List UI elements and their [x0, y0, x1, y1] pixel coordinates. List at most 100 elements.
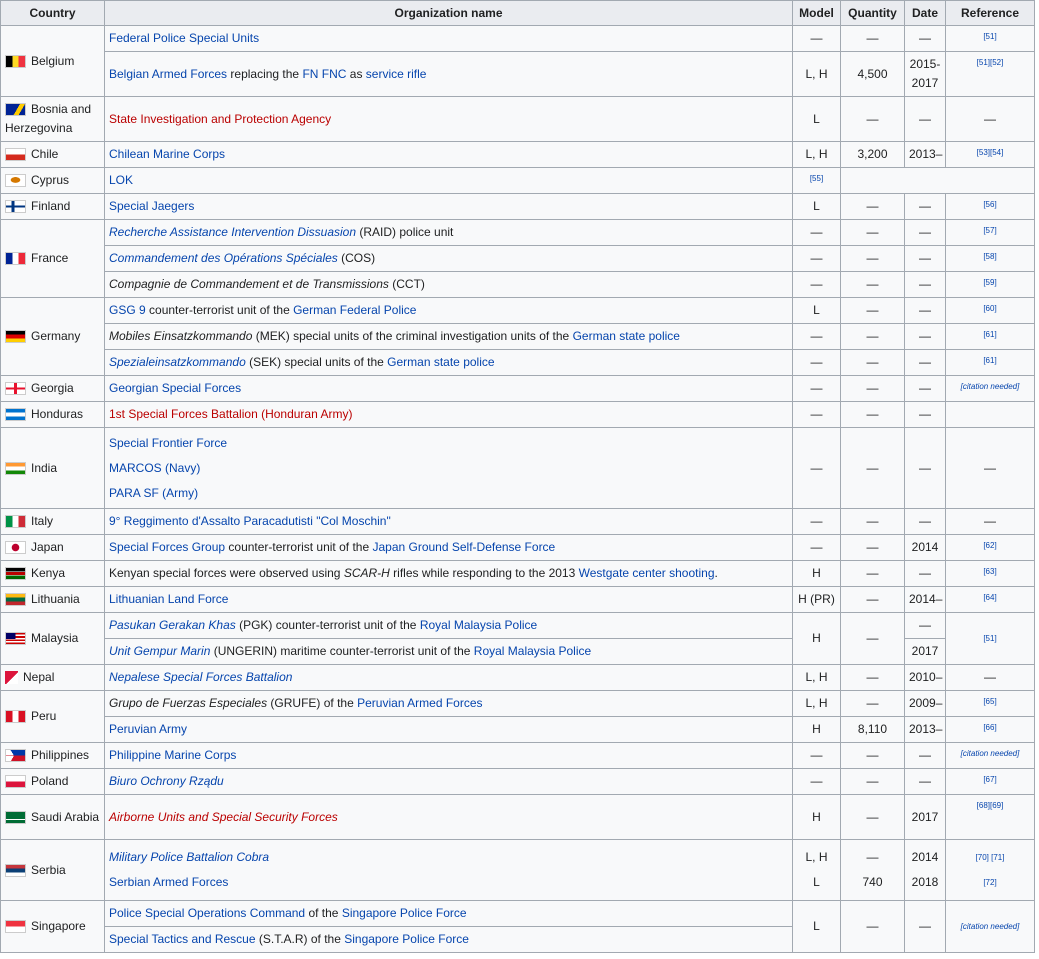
serbia-flag-icon [5, 863, 26, 877]
header-country[interactable]: Country [0, 0, 105, 26]
country-cell: Georgia [0, 375, 105, 402]
reference-link[interactable]: [65] [945, 690, 1035, 717]
citation-needed-link[interactable]: [citation needed] [945, 900, 1035, 953]
org-link[interactable]: Japan Ground Self-Defense Force [372, 540, 555, 554]
reference-link[interactable]: [51][52] [945, 51, 1035, 97]
org-cell: Chilean Marine Corps [104, 141, 793, 168]
reference-link[interactable]: [51] [945, 25, 1035, 52]
header-quantity[interactable]: Quantity [840, 0, 905, 26]
lithuania-flag-icon [5, 593, 26, 607]
org-link[interactable]: Royal Malaysia Police [474, 644, 591, 658]
service-rifle-link[interactable]: service rifle [366, 67, 427, 81]
reference-link[interactable]: [63] [945, 560, 1035, 587]
org-link[interactable]: Spezialeinsatzkommando [109, 355, 246, 369]
org-link[interactable]: Recherche Assistance Intervention Dissua… [109, 225, 356, 239]
org-link[interactable]: German state police [573, 329, 680, 343]
org-cell: Georgian Special Forces [104, 375, 793, 402]
reference-link[interactable]: [61] [945, 349, 1035, 376]
reference-link[interactable]: [62] [945, 534, 1035, 561]
date-cell: 2014– [904, 586, 946, 613]
country-cell: Nepal [0, 664, 105, 691]
reference-link[interactable]: [58] [945, 245, 1035, 272]
org-cell: LOK [104, 167, 793, 194]
org-link[interactable]: Special Tactics and Rescue [109, 932, 256, 946]
org-link[interactable]: MARCOS (Navy) [109, 461, 200, 475]
quantity-cell: — [840, 375, 905, 402]
reference-cell: — [945, 96, 1035, 142]
reference-link[interactable]: [70] [71] [72] [945, 839, 1035, 901]
fnc-link[interactable]: FN FNC [302, 67, 346, 81]
reference-link[interactable]: [57] [945, 219, 1035, 246]
org-link[interactable]: Airborne Units and Special Security Forc… [109, 810, 338, 824]
header-model[interactable]: Model [792, 0, 841, 26]
org-link[interactable]: Special Jaegers [109, 199, 194, 213]
org-link[interactable]: Military Police Battalion Cobra [109, 850, 269, 864]
reference-link[interactable]: [61] [945, 323, 1035, 350]
org-link[interactable]: Nepalese Special Forces Battalion [109, 670, 292, 684]
org-link[interactable]: Police Special Operations Command [109, 906, 305, 920]
org-link[interactable]: Westgate center shooting [579, 566, 715, 580]
org-link[interactable]: 9° Reggimento d'Assalto Paracadutisti "C… [109, 514, 391, 528]
org-link[interactable]: Unit Gempur Marin [109, 644, 210, 658]
reference-link[interactable]: [64] [945, 586, 1035, 613]
org-link[interactable]: Peruvian Army [109, 722, 187, 736]
date-cell: — [904, 25, 946, 52]
org-link[interactable]: Federal Police Special Units [109, 31, 259, 45]
org-link[interactable]: Belgian Armed Forces [109, 67, 227, 81]
org-link[interactable]: Lithuanian Land Force [109, 592, 228, 606]
org-link[interactable]: Chilean Marine Corps [109, 147, 225, 161]
org-link[interactable]: Special Frontier Force [109, 436, 227, 450]
org-link[interactable]: Special Forces Group [109, 540, 225, 554]
org-link[interactable]: German Federal Police [293, 303, 416, 317]
org-link[interactable]: Singapore Police Force [344, 932, 469, 946]
quantity-cell: — [840, 427, 905, 509]
org-cell: Nepalese Special Forces Battalion [104, 664, 793, 691]
quantity-cell: 8,110 [840, 716, 905, 743]
table-row: Honduras 1st Special Forces Battalion (H… [0, 401, 1035, 428]
saudi-arabia-flag-icon [5, 810, 26, 824]
org-link[interactable]: Singapore Police Force [342, 906, 467, 920]
org-link[interactable]: PARA SF (Army) [109, 486, 198, 500]
header-date[interactable]: Date [904, 0, 946, 26]
citation-needed-link[interactable]: [citation needed] [945, 375, 1035, 402]
org-link[interactable]: State Investigation and Protection Agenc… [109, 112, 331, 126]
org-link[interactable]: GSG 9 [109, 303, 146, 317]
org-cell: 1st Special Forces Battalion (Honduran A… [104, 401, 793, 428]
country-cell: Finland [0, 193, 105, 220]
reference-link[interactable]: [56] [945, 193, 1035, 220]
org-link[interactable]: Philippine Marine Corps [109, 748, 236, 762]
model-cell: L, HL [792, 839, 841, 901]
date-cell: — [904, 193, 946, 220]
org-cell: Recherche Assistance Intervention Dissua… [104, 219, 793, 246]
reference-link[interactable]: [68][69] [945, 794, 1035, 840]
country-cell: Germany [0, 297, 105, 376]
org-link[interactable]: Peruvian Armed Forces [357, 696, 482, 710]
org-link[interactable]: Georgian Special Forces [109, 381, 241, 395]
date-cell: — [904, 375, 946, 402]
reference-link[interactable]: [60] [945, 297, 1035, 324]
model-cell: — [792, 219, 841, 246]
model-cell: — [792, 25, 841, 52]
reference-link[interactable]: [53][54] [945, 141, 1035, 168]
header-reference[interactable]: Reference [945, 0, 1035, 26]
header-organization[interactable]: Organization name [104, 0, 793, 26]
peru-flag-icon [5, 710, 26, 724]
reference-link[interactable]: [67] [945, 768, 1035, 795]
reference-link[interactable]: [55] [792, 167, 841, 194]
org-link[interactable]: 1st Special Forces Battalion (Honduran A… [109, 407, 352, 421]
org-link[interactable]: Commandement des Opérations Spéciales [109, 251, 338, 265]
org-link[interactable]: Royal Malaysia Police [420, 618, 537, 632]
org-link[interactable]: Serbian Armed Forces [109, 875, 228, 889]
model-cell: L [792, 297, 841, 324]
org-link[interactable]: LOK [109, 173, 133, 187]
org-link[interactable]: Pasukan Gerakan Khas [109, 618, 236, 632]
model-cell: L, H [792, 664, 841, 691]
quantity-cell: — [840, 96, 905, 142]
org-link[interactable]: German state police [387, 355, 494, 369]
table-row: Serbia Military Police Battalion Cobra Se… [0, 839, 1035, 901]
reference-link[interactable]: [51] [945, 612, 1035, 665]
reference-link[interactable]: [66] [945, 716, 1035, 743]
citation-needed-link[interactable]: [citation needed] [945, 742, 1035, 769]
org-link[interactable]: Biuro Ochrony Rządu [109, 774, 224, 788]
reference-link[interactable]: [59] [945, 271, 1035, 298]
